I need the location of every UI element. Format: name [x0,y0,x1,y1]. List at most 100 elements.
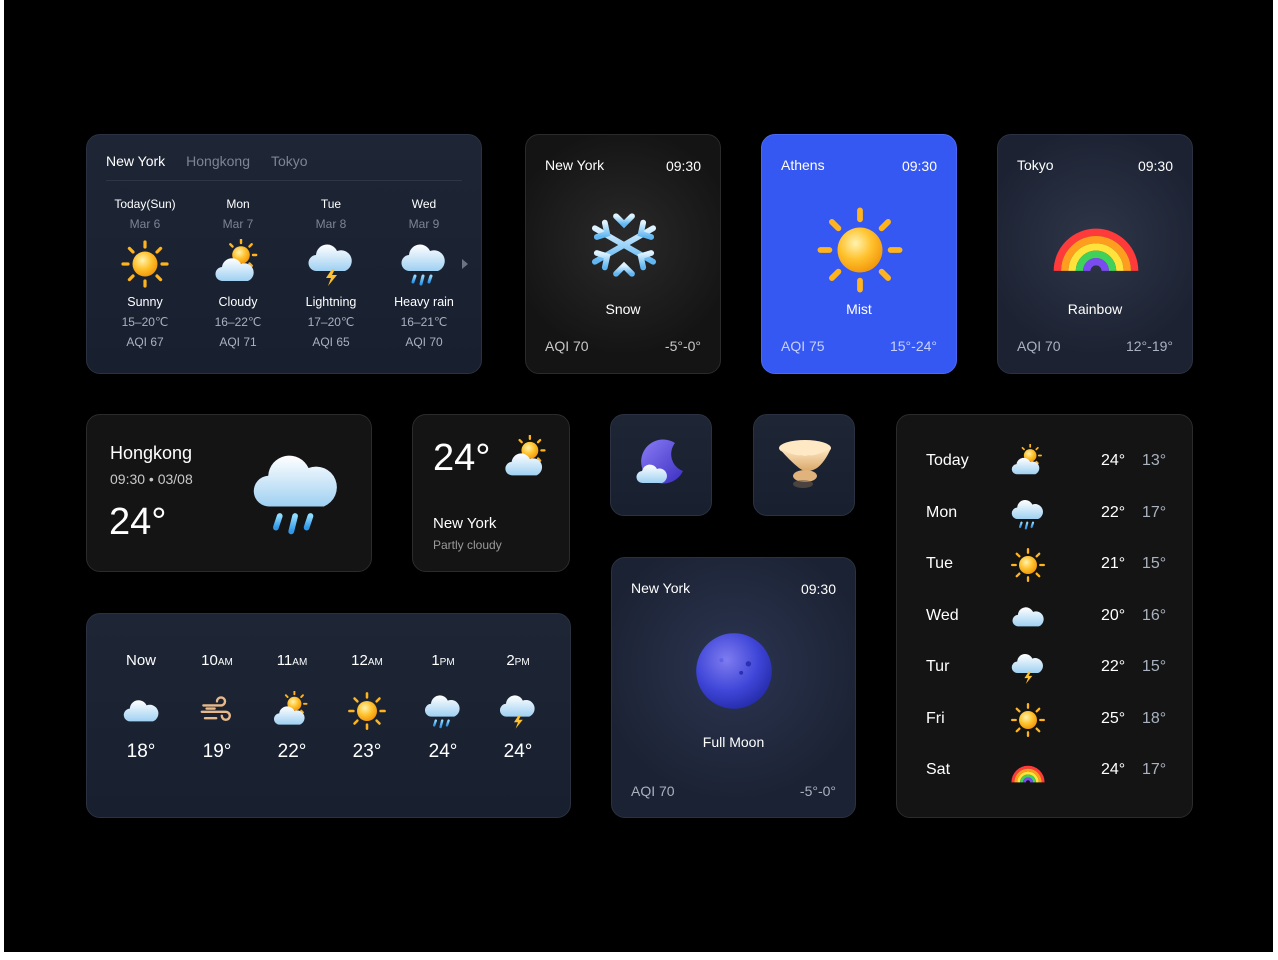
tile-city: New York [545,157,605,173]
day-date: Mar 9 [408,217,440,231]
week-row: Tue 21° 15° [926,545,1166,585]
day-date: Mar 6 [129,217,161,231]
hour-slot: 12AM 23° [332,652,402,763]
rainbow-icon [1050,219,1142,275]
tile-time: 09:30 [665,158,701,174]
snow-tile: New York 09:30 Snow AQI 70 -5°-0° [525,134,721,374]
rain-cloud-icon [1010,496,1046,532]
week-low: 17° [1142,761,1167,778]
tornado-tile[interactable] [753,414,855,516]
hour-slot: 2PM 24° [483,652,553,763]
day-condition: Lightning [305,295,357,309]
day-date: Mar 7 [222,217,254,231]
day-temp: 16–22℃ [214,315,262,329]
week-high: 25° [1101,710,1126,727]
new-york-small-card: 24° New York Partly cloudy [412,414,570,572]
week-day: Wed [926,607,959,624]
lightning-cloud-icon [498,691,538,731]
week-low: 13° [1142,452,1167,469]
rain-cloud-icon [249,445,345,541]
condition: Partly cloudy [433,538,502,552]
week-row: Fri 25° 18° [926,700,1166,740]
sun-cloud-icon [1010,444,1046,480]
week-day: Mon [926,504,958,521]
tile-city: Tokyo [1017,157,1054,173]
city-name: Hongkong [110,443,193,463]
sun-icon [815,205,905,295]
week-row: Tur 22° 15° [926,648,1166,688]
hour-label: Now [125,652,156,669]
tile-condition: Full Moon [702,734,765,750]
hour-slot: 10AM 19° [182,652,252,763]
tab-new-york[interactable]: New York [106,153,165,169]
hourly-forecast-card: Now 18° 10AM 19° 11AM 22° 12AM 23° 1PM 2… [86,613,571,818]
tile-range: 12°-19° [1125,338,1173,354]
tile-range: -5°-0° [664,338,701,354]
hour-temp: 23° [352,741,382,762]
day-condition: Cloudy [218,295,258,309]
moon-cloud-tile[interactable] [610,414,712,516]
sun-icon [1010,702,1046,738]
tornado-icon [775,436,835,496]
week-day: Sat [926,761,951,778]
day-name: Wed [411,197,437,211]
rain-cloud-icon [423,691,463,731]
tile-city: Athens [781,157,825,173]
week-day: Tue [926,555,953,572]
tile-condition: Rainbow [1067,301,1123,317]
week-row: Wed 20° 16° [926,597,1166,637]
cloud-icon [121,691,161,731]
tokyo-tile: Tokyo 09:30 Rainbow AQI 70 12°-19° [997,134,1193,374]
day-aqi: AQI 67 [126,335,164,349]
tab-tokyo[interactable]: Tokyo [271,153,308,169]
city-tabs: New York Hongkong Tokyo [106,153,329,171]
chevron-right-icon[interactable] [461,259,469,269]
widget-canvas: New York Hongkong Tokyo Today(Sun) Mar 6 S… [4,0,1273,952]
tile-aqi: AQI 70 [1017,338,1061,354]
day-aqi: AQI 71 [219,335,257,349]
sun-cloud-icon [213,239,263,289]
tile-aqi: AQI 70 [631,783,675,799]
week-day: Tur [926,658,950,675]
day-aqi: AQI 65 [312,335,350,349]
week-row: Mon 22° 17° [926,494,1166,534]
hour-label: 11AM [276,652,308,669]
week-row: Sat 24° 17° [926,751,1166,791]
tile-time: 09:30 [1137,158,1173,174]
forecast-day: Mon Mar 7 Cloudy 16–22℃ AQI 71 [193,197,283,349]
day-name: Tue [320,197,342,211]
hour-label: 2PM [506,652,530,669]
sun-icon [120,239,170,289]
day-temp: 16–21℃ [400,315,448,329]
week-low: 15° [1142,658,1167,675]
forecast-day: Wed Mar 9 Heavy rain 16–21℃ AQI 70 [379,197,469,349]
day-aqi: AQI 70 [405,335,443,349]
hour-temp: 24° [428,741,458,762]
city-name: New York [433,515,497,532]
hour-slot: 1PM 24° [408,652,478,763]
sun-cloud-icon [503,435,551,483]
day-temp: 15–20℃ [121,315,169,329]
athens-tile: Athens 09:30 Mist AQI 75 15°-24° [761,134,957,374]
tabs-divider [106,180,462,181]
hour-slot: Now 18° [106,652,176,763]
forecast-day: Today(Sun) Mar 6 Sunny 15–20℃ AQI 67 [100,197,190,349]
tab-hongkong[interactable]: Hongkong [186,153,250,169]
current-temp: 24° [109,501,167,543]
week-high: 24° [1101,761,1126,778]
forecast-day: Tue Mar 8 Lightning 17–20℃ AQI 65 [286,197,376,349]
week-high: 20° [1101,607,1126,624]
week-high: 22° [1101,504,1126,521]
sun-cloud-icon [272,691,312,731]
cloud-icon [1010,599,1046,635]
hour-label: 10AM [201,652,233,669]
week-day: Fri [926,710,945,727]
week-high: 24° [1101,452,1126,469]
week-day: Today [926,452,969,469]
moon-cloud-icon [631,435,691,495]
full-moon-icon [689,626,779,716]
week-low: 15° [1142,555,1167,572]
tile-range: 15°-24° [889,338,937,354]
hour-label: 1PM [431,652,455,669]
hongkong-card: Hongkong 09:30 • 03/08 24° [86,414,372,572]
